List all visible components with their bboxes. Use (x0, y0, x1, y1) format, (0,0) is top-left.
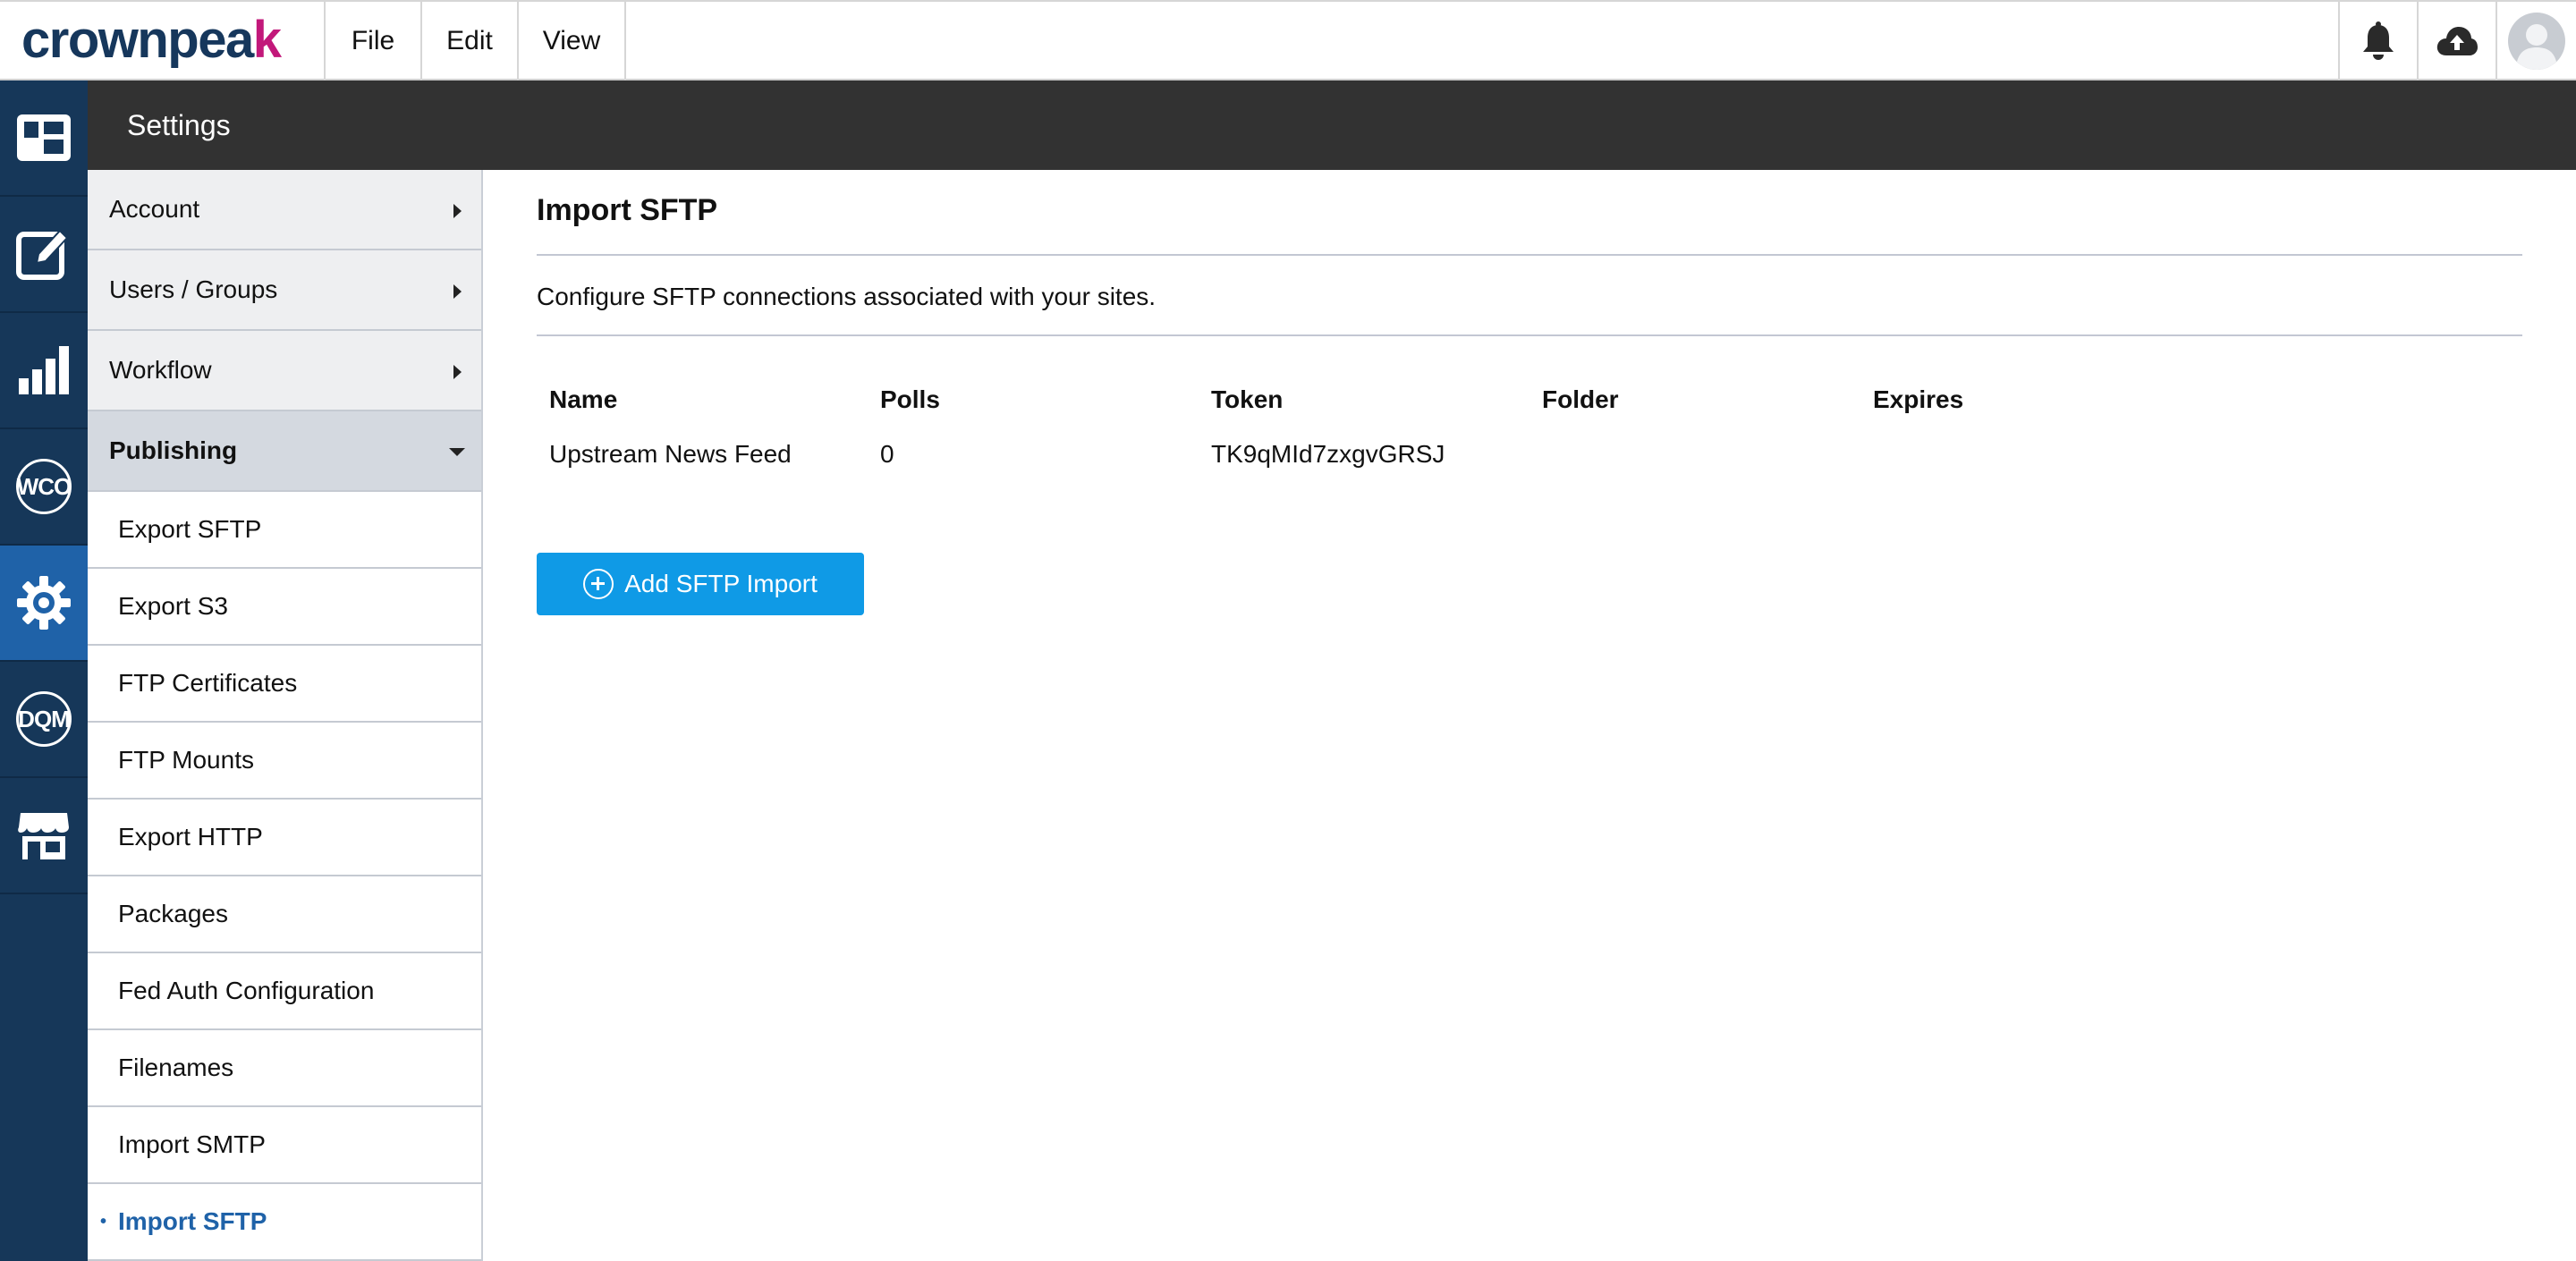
user-avatar-icon[interactable] (2496, 2, 2576, 80)
settings-sidebar: Account Users / Groups Workflow Publishi… (88, 170, 483, 1261)
sidebar-item-export-s3[interactable]: Export S3 (88, 569, 481, 646)
cell-folder (1530, 422, 1860, 487)
column-header-token[interactable]: Token (1199, 377, 1530, 422)
menu-view[interactable]: View (517, 2, 626, 80)
sidebar-section-publishing[interactable]: Publishing (88, 411, 481, 492)
sidebar-item-filenames[interactable]: Filenames (88, 1030, 481, 1107)
sidebar-item-fed-auth-configuration[interactable]: Fed Auth Configuration (88, 953, 481, 1030)
sidebar-item-export-http[interactable]: Export HTTP (88, 800, 481, 876)
column-header-folder[interactable]: Folder (1530, 377, 1860, 422)
cell-token: TK9qMId7zxgvGRSJ (1211, 440, 1445, 468)
settings-gear-icon[interactable] (0, 546, 88, 662)
cell-name[interactable]: Upstream News Feed (537, 422, 868, 487)
dqm-icon[interactable]: DQM (0, 662, 88, 778)
column-header-expires[interactable]: Expires (1860, 377, 2191, 422)
analytics-icon[interactable] (0, 313, 88, 429)
page-title: Import SFTP (537, 193, 718, 227)
sidebar-section-workflow[interactable]: Workflow (88, 331, 481, 411)
caret-right-icon (453, 204, 462, 218)
cell-expires (1860, 422, 2191, 487)
caret-right-icon (453, 365, 462, 379)
crownpeak-logo[interactable]: crownpeak (21, 11, 282, 70)
sidebar-item-ftp-certificates[interactable]: FTP Certificates (88, 646, 481, 723)
sidebar-item-packages[interactable]: Packages (88, 876, 481, 953)
cell-polls: 0 (880, 440, 894, 468)
divider (537, 334, 2522, 336)
sftp-import-table: Name Polls Token Folder Expires Upstream… (537, 377, 2191, 487)
sidebar-item-export-sftp[interactable]: Export SFTP (88, 492, 481, 569)
app-rail: WCO DQM (0, 80, 88, 1261)
column-header-polls[interactable]: Polls (868, 377, 1199, 422)
table-row[interactable]: Upstream News Feed 0 TK9qMId7zxgvGRSJ (537, 422, 2191, 487)
sidebar-section-users-groups[interactable]: Users / Groups (88, 250, 481, 331)
top-bar: crownpeak File Edit View (0, 0, 2576, 80)
marketplace-icon[interactable] (0, 778, 88, 894)
caret-down-icon (449, 448, 465, 456)
caret-right-icon (453, 284, 462, 299)
edit-icon[interactable] (0, 197, 88, 313)
divider (537, 254, 2522, 256)
settings-header: Settings (88, 80, 2576, 170)
menu-edit[interactable]: Edit (420, 2, 517, 80)
plus-circle-icon (583, 569, 614, 599)
sidebar-item-import-sftp[interactable]: Import SFTP (88, 1184, 481, 1261)
bell-icon[interactable] (2338, 2, 2417, 80)
dashboard-icon[interactable] (0, 80, 88, 197)
table-header-row: Name Polls Token Folder Expires (537, 377, 2191, 422)
sidebar-item-ftp-mounts[interactable]: FTP Mounts (88, 723, 481, 800)
page-description: Configure SFTP connections associated wi… (537, 283, 1157, 310)
sidebar-item-import-smtp[interactable]: Import SMTP (88, 1107, 481, 1184)
menu-file[interactable]: File (324, 2, 420, 80)
main-content: Import SFTP Configure SFTP connections a… (537, 170, 2522, 1243)
add-sftp-import-button[interactable]: Add SFTP Import (537, 553, 864, 615)
column-header-name[interactable]: Name (537, 377, 868, 422)
wco-icon[interactable]: WCO (0, 429, 88, 546)
sidebar-section-account[interactable]: Account (88, 170, 481, 250)
cloud-upload-icon[interactable] (2417, 2, 2496, 80)
